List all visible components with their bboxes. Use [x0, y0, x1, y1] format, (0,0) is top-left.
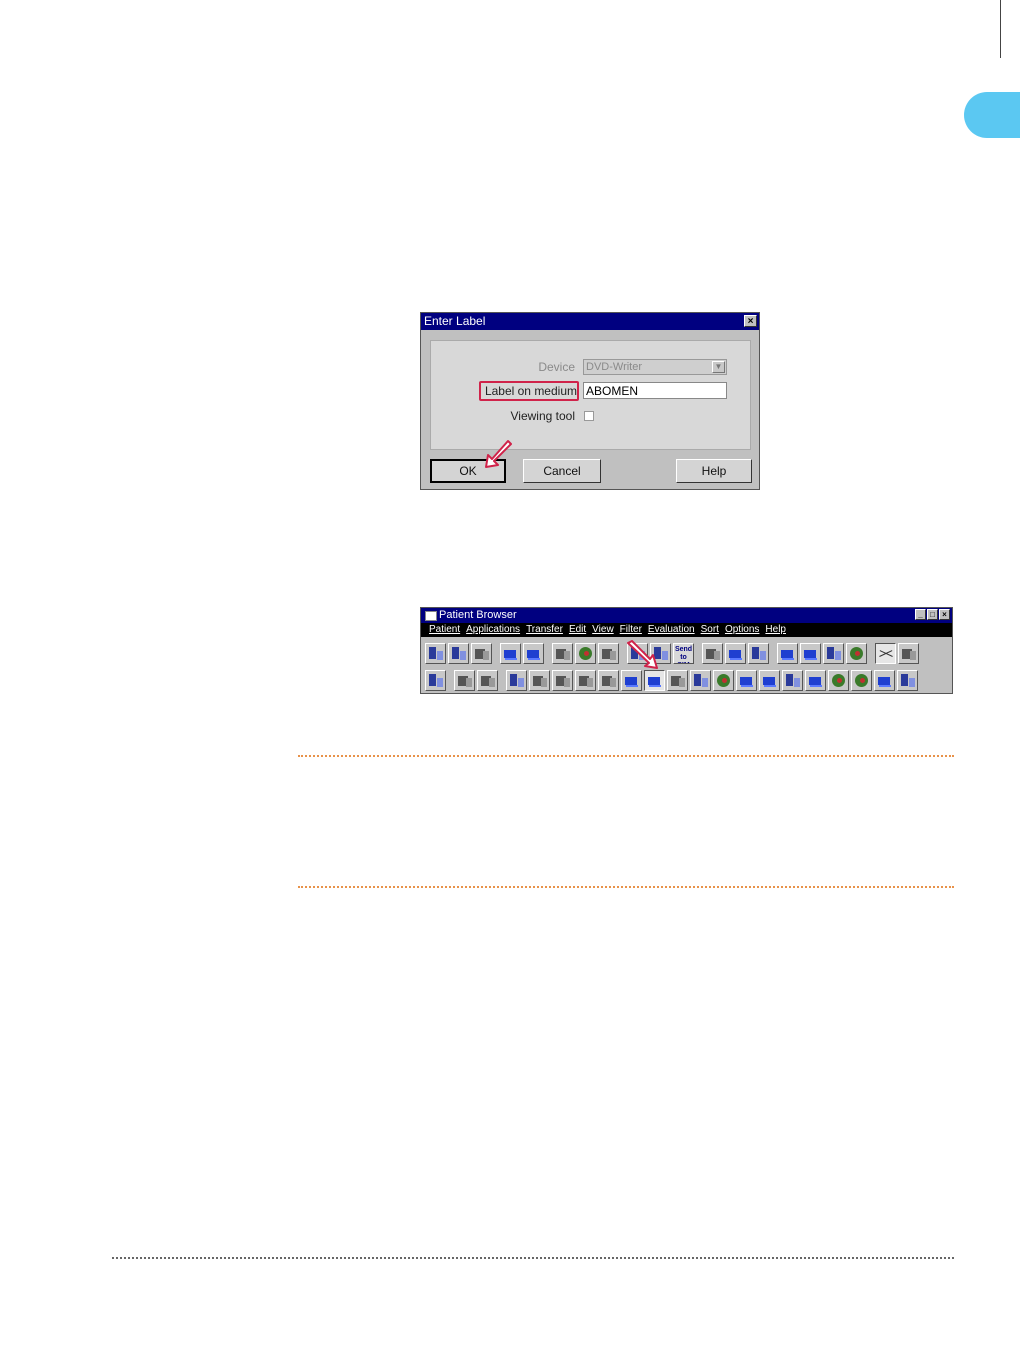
import-icon[interactable]	[598, 642, 619, 664]
enter-label-dialog: Enter Label × Device DVD-Writer ▼ Label …	[420, 312, 760, 490]
cancel-button[interactable]: Cancel	[523, 459, 601, 483]
section-divider-top	[298, 755, 954, 757]
label-on-medium-label: Label on medium	[484, 384, 577, 398]
maximize-icon[interactable]: □	[927, 609, 938, 620]
folders-icon[interactable]	[477, 669, 498, 691]
archive-verify-icon[interactable]	[644, 669, 665, 691]
calcium-icon[interactable]	[736, 669, 757, 691]
viewing-tool-checkbox[interactable]	[584, 411, 594, 421]
user-icon[interactable]	[713, 669, 734, 691]
check-window-icon[interactable]	[800, 642, 821, 664]
close-icon[interactable]: ×	[939, 609, 950, 620]
export-icon[interactable]	[650, 642, 671, 664]
compare-icon[interactable]	[875, 642, 896, 664]
device-label: Device	[538, 360, 575, 374]
toolbar-row-2	[425, 668, 920, 692]
dialog-title: Enter Label	[424, 314, 486, 328]
dialog-form-panel: Device DVD-Writer ▼ Label on medium View…	[430, 340, 751, 450]
help-button[interactable]: Help	[676, 459, 752, 483]
send-to-sim-label: Send to SIM	[674, 645, 693, 663]
paste-icon[interactable]	[748, 642, 769, 664]
cut-icon[interactable]	[725, 642, 746, 664]
vessel-icon[interactable]	[805, 669, 826, 691]
query-icon[interactable]	[425, 642, 446, 664]
dental-icon[interactable]	[897, 669, 918, 691]
label-on-medium-input[interactable]	[583, 382, 727, 399]
minimize-icon[interactable]: _	[915, 609, 926, 620]
tile-icon[interactable]	[898, 642, 919, 664]
viewing-tool-label: Viewing tool	[510, 409, 576, 423]
help-button-label: Help	[701, 464, 727, 478]
menu-evaluation[interactable]: Evaluation	[645, 623, 698, 637]
menu-transfer[interactable]: Transfer	[523, 623, 566, 637]
folder-icon[interactable]	[454, 669, 475, 691]
menu-edit[interactable]: Edit	[566, 623, 589, 637]
app-window-icon	[425, 611, 437, 621]
footer-divider	[112, 1257, 954, 1259]
globe-icon[interactable]	[846, 642, 867, 664]
query-move-icon[interactable]	[575, 669, 596, 691]
menu-sort[interactable]: Sort	[698, 623, 722, 637]
close-icon[interactable]: ×	[744, 315, 757, 327]
brain-icon[interactable]	[828, 669, 849, 691]
lungs-icon[interactable]	[874, 669, 895, 691]
back-icon[interactable]	[598, 669, 619, 691]
cancel-button-label: Cancel	[543, 464, 581, 478]
curve-icon[interactable]	[782, 669, 803, 691]
menu-options[interactable]: Options	[722, 623, 762, 637]
menu-view[interactable]: View	[589, 623, 617, 637]
edit-patient-icon[interactable]	[500, 642, 521, 664]
section-divider-bottom	[298, 886, 954, 888]
ok-button-label: OK	[459, 464, 477, 478]
viewer-icon[interactable]	[575, 642, 596, 664]
menu-help[interactable]: Help	[762, 623, 789, 637]
copy-icon[interactable]	[690, 669, 711, 691]
sequence-icon[interactable]	[529, 669, 550, 691]
page-edge-line	[1000, 0, 1001, 58]
dialog-titlebar: Enter Label ×	[421, 313, 759, 330]
register-icon[interactable]	[471, 642, 492, 664]
print-icon[interactable]	[552, 642, 573, 664]
send-to-sim-button[interactable]: Send to SIM	[673, 642, 694, 664]
query-info-icon[interactable]	[448, 642, 469, 664]
split-icon[interactable]	[702, 642, 723, 664]
archive-icon[interactable]	[621, 669, 642, 691]
menu-patient[interactable]: Patient	[426, 623, 463, 637]
chapter-tab-marker	[964, 92, 1020, 138]
menu-applications[interactable]: Applications	[463, 623, 523, 637]
open-series-icon[interactable]	[523, 642, 544, 664]
filter-list-icon[interactable]	[823, 642, 844, 664]
bookmark-icon[interactable]	[759, 669, 780, 691]
device-select[interactable]: DVD-Writer ▼	[583, 359, 727, 375]
toolbar-row-1: Send to SIM	[425, 641, 921, 665]
check-icon[interactable]	[777, 642, 798, 664]
browser-titlebar: Patient Browser _ □ ×	[421, 608, 952, 623]
chevron-down-icon[interactable]: ▼	[712, 361, 725, 373]
menu-filter[interactable]: Filter	[617, 623, 645, 637]
browser-menubar: Patient Applications Transfer Edit View …	[421, 623, 952, 637]
perfusion-icon[interactable]	[851, 669, 872, 691]
database-icon[interactable]	[425, 669, 446, 691]
transfer-icon[interactable]	[627, 642, 648, 664]
patient-browser-window: Patient Browser _ □ × Patient Applicatio…	[420, 607, 953, 694]
grid-icon[interactable]	[552, 669, 573, 691]
query-archive-icon[interactable]	[667, 669, 688, 691]
browser-title: Patient Browser	[439, 609, 517, 621]
ok-button[interactable]: OK	[430, 459, 506, 483]
device-select-value: DVD-Writer	[586, 361, 643, 373]
move-right-icon[interactable]	[506, 669, 527, 691]
